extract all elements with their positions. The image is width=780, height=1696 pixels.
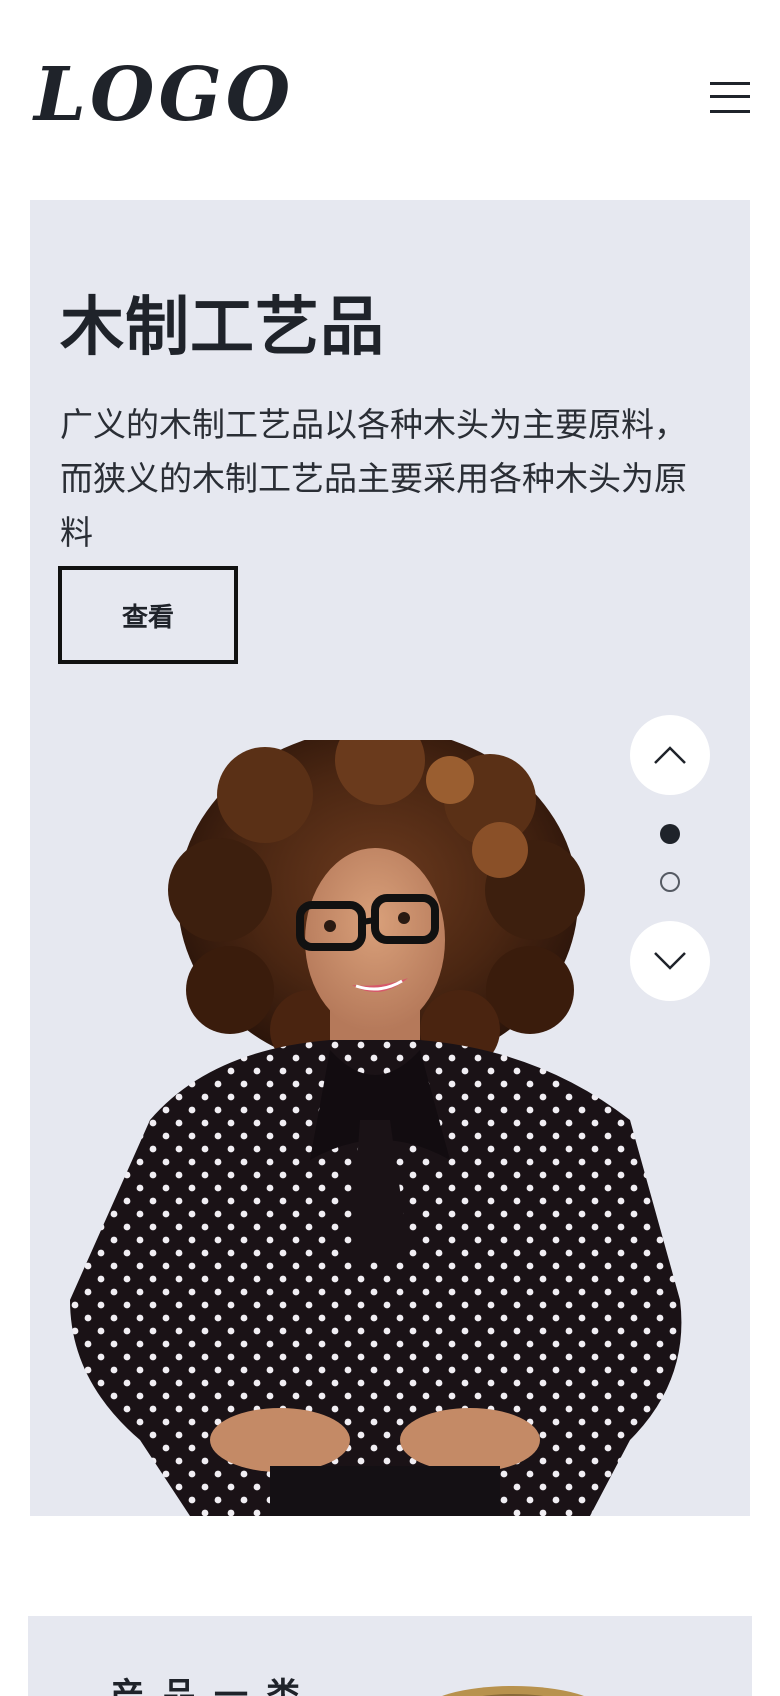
menu-line bbox=[710, 95, 750, 98]
section-title: 产品一类 bbox=[110, 1676, 318, 1696]
slider-prev-button[interactable] bbox=[630, 715, 710, 795]
menu-line bbox=[710, 82, 750, 85]
view-button[interactable]: 查看 bbox=[58, 566, 238, 664]
chevron-down-icon bbox=[654, 952, 686, 970]
hero-banner: 木制工艺品 广义的木制工艺品以各种木头为主要原料，而狭义的木制工艺品主要采用各种… bbox=[30, 200, 750, 1516]
product-image bbox=[442, 1686, 584, 1696]
slider-next-button[interactable] bbox=[630, 921, 710, 1001]
hero-title: 木制工艺品 bbox=[60, 291, 385, 365]
hero-person-image bbox=[70, 740, 682, 1516]
slider-dot-1[interactable] bbox=[660, 824, 680, 844]
logo[interactable]: LOGO bbox=[34, 58, 294, 132]
menu-line bbox=[710, 110, 750, 113]
slider-dot-2[interactable] bbox=[660, 872, 680, 892]
chevron-up-icon bbox=[654, 746, 686, 764]
site-header: LOGO bbox=[0, 0, 780, 200]
hamburger-menu-icon[interactable] bbox=[710, 80, 752, 114]
product-category-section: 产品一类 bbox=[28, 1616, 752, 1696]
hero-description: 广义的木制工艺品以各种木头为主要原料，而狭义的木制工艺品主要采用各种木头为原料 bbox=[60, 405, 687, 552]
